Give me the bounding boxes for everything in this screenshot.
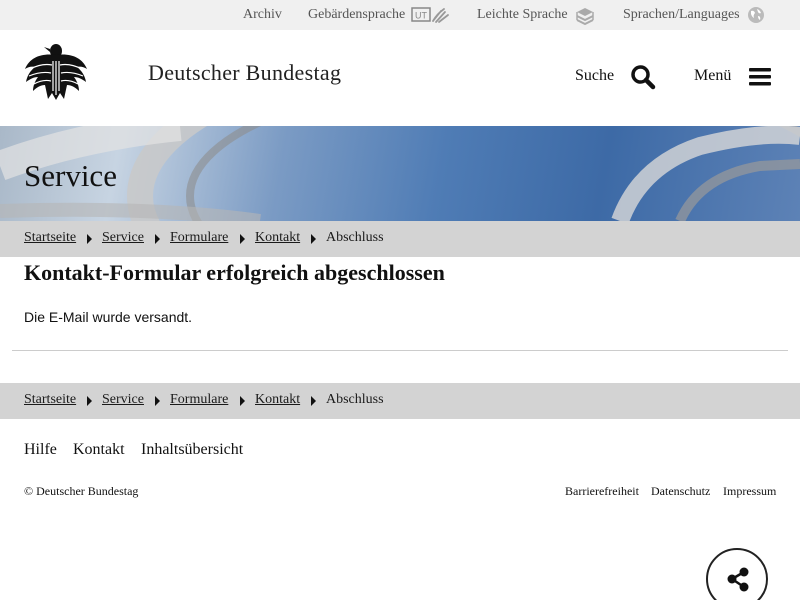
sign-language-link[interactable]: Gebärdensprache: [308, 7, 405, 23]
chevron-right-icon: [155, 396, 160, 406]
chevron-right-icon: [155, 234, 160, 244]
breadcrumb-item-startseite[interactable]: Startseite: [24, 392, 76, 408]
breadcrumb-item-startseite[interactable]: Startseite: [24, 230, 76, 246]
copyright: © Deutscher Bundestag: [24, 484, 139, 498]
legal-link-barrierefreiheit[interactable]: Barrierefreiheit: [565, 484, 639, 499]
svg-text:UT: UT: [415, 11, 427, 21]
legal-link-datenschutz[interactable]: Datenschutz: [651, 484, 710, 499]
page-banner: Service: [0, 126, 800, 221]
hamburger-icon[interactable]: [749, 67, 771, 87]
top-utility-bar: Archiv Gebärdensprache UT Leichte Sprach…: [0, 0, 800, 30]
breadcrumb-item-service[interactable]: Service: [102, 230, 144, 246]
chevron-right-icon: [311, 396, 316, 406]
breadcrumb-item-formulare[interactable]: Formulare: [170, 230, 228, 246]
footer-breadcrumb: Startseite Service Formulare Kontakt Abs…: [0, 383, 800, 419]
breadcrumb-item-abschluss: Abschluss: [326, 230, 384, 245]
search-label[interactable]: Suche: [575, 67, 614, 85]
languages-link[interactable]: Sprachen/Languages: [623, 7, 740, 23]
chevron-right-icon: [87, 396, 92, 406]
share-icon: [727, 567, 749, 592]
footer-link-hilfe[interactable]: Hilfe: [24, 441, 57, 459]
archive-link[interactable]: Archiv: [243, 7, 282, 23]
legal-link-impressum[interactable]: Impressum: [723, 484, 776, 499]
breadcrumb-item-abschluss: Abschluss: [326, 392, 384, 407]
footer-link-inhaltsuebersicht[interactable]: Inhaltsübersicht: [141, 441, 243, 459]
book-stack-icon[interactable]: [574, 6, 596, 31]
breadcrumb-item-service[interactable]: Service: [102, 392, 144, 408]
chevron-right-icon: [240, 234, 245, 244]
chevron-right-icon: [87, 234, 92, 244]
chevron-right-icon: [311, 234, 316, 244]
dome-photo: [0, 126, 800, 221]
site-title[interactable]: Deutscher Bundestag: [148, 60, 341, 86]
confirmation-message: Die E-Mail wurde versandt.: [24, 309, 193, 325]
easy-language-link[interactable]: Leichte Sprache: [477, 7, 568, 23]
breadcrumb: Startseite Service Formulare Kontakt Abs…: [0, 221, 800, 257]
search-icon[interactable]: [630, 64, 656, 90]
share-button[interactable]: [706, 548, 768, 600]
breadcrumb-item-formulare[interactable]: Formulare: [170, 392, 228, 408]
site-header: Deutscher Bundestag Suche Menü: [0, 30, 800, 126]
banner-title: Service: [24, 158, 117, 193]
globe-icon[interactable]: [747, 6, 765, 29]
page-title: Kontakt-Formular erfolgreich abgeschloss…: [24, 260, 445, 285]
breadcrumb-item-kontakt[interactable]: Kontakt: [255, 392, 300, 408]
federal-eagle-logo[interactable]: [24, 43, 88, 101]
menu-label[interactable]: Menü: [694, 67, 731, 85]
sign-language-icon[interactable]: UT: [411, 6, 451, 29]
breadcrumb-item-kontakt[interactable]: Kontakt: [255, 230, 300, 246]
chevron-right-icon: [240, 396, 245, 406]
divider: [12, 350, 788, 351]
footer-link-kontakt[interactable]: Kontakt: [73, 441, 125, 459]
